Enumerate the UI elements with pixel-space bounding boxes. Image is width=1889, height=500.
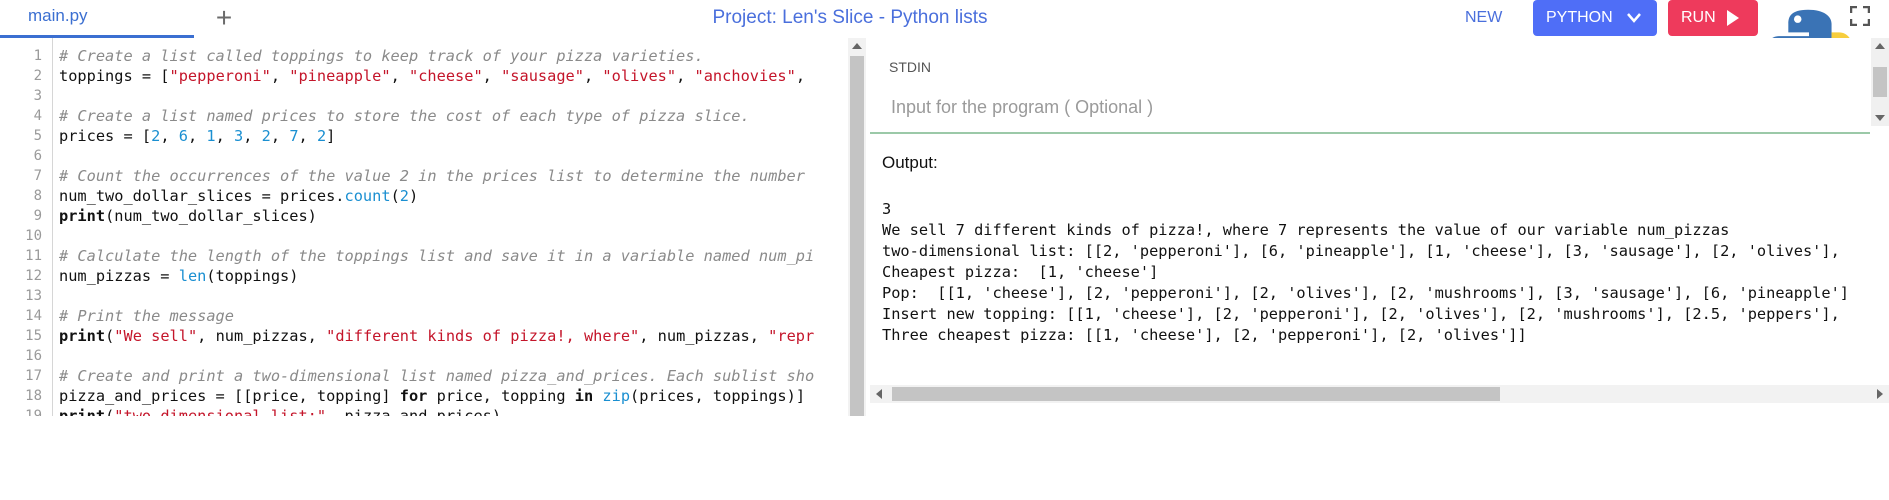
language-select-button[interactable]: PYTHON [1533, 0, 1657, 36]
output-line: Pop: [[1, 'cheese'], [2, 'pepperoni'], [… [882, 284, 1849, 302]
line-number: 11 [25, 248, 42, 264]
output-line: Insert new topping: [[1, 'cheese'], [2, … [882, 305, 1840, 323]
line-number: 13 [25, 288, 42, 304]
language-label: PYTHON [1546, 9, 1613, 26]
editor-scrollbar-thumb[interactable] [850, 56, 864, 416]
editor-scrollbar[interactable] [848, 38, 866, 416]
stdin-scrollbar[interactable] [1871, 38, 1889, 126]
tab-main-py[interactable]: main.py [0, 0, 194, 38]
line-number: 14 [25, 308, 42, 324]
stdin-input[interactable] [889, 88, 1843, 126]
line-number: 18 [25, 388, 42, 404]
io-panel: STDIN Output: 3 We sell 7 different kind… [870, 38, 1889, 416]
code-line[interactable]: # Create and print a two-dimensional lis… [59, 367, 814, 385]
line-number: 8 [33, 188, 42, 204]
run-label: RUN [1681, 9, 1716, 26]
line-number: 1 [33, 48, 42, 64]
stdin-scrollbar-thumb[interactable] [1873, 67, 1887, 97]
output-line: 3 [882, 200, 892, 218]
code-line[interactable]: # Calculate the length of the toppings l… [59, 247, 814, 265]
line-number: 15 [25, 328, 42, 344]
code-line[interactable]: # Create a list named prices to store th… [59, 107, 750, 125]
line-number-gutter: 1 2 3 4 5 6 7 8 9 10 11 12 13 14 15 16 1… [0, 38, 53, 416]
code-line[interactable]: # Print the message [59, 307, 234, 325]
scroll-down-icon[interactable] [1875, 115, 1885, 121]
output-line: We sell 7 different kinds of pizza!, whe… [882, 221, 1730, 239]
code-line[interactable]: # Create a list called toppings to keep … [59, 47, 704, 65]
line-number: 5 [33, 128, 42, 144]
line-number: 2 [33, 68, 42, 84]
code-line[interactable]: print("We sell", num_pizzas, "different … [59, 327, 814, 345]
line-number: 10 [25, 228, 42, 244]
line-number: 17 [25, 368, 42, 384]
code-line[interactable]: print(num_two_dollar_slices) [59, 207, 317, 225]
output-line: Cheapest pizza: [1, 'cheese'] [882, 263, 1159, 281]
code-editor[interactable]: 1 2 3 4 5 6 7 8 9 10 11 12 13 14 15 16 1… [0, 38, 866, 416]
chevron-down-icon [1627, 13, 1641, 23]
line-number: 9 [33, 208, 42, 224]
fullscreen-icon[interactable] [1850, 6, 1870, 26]
output-scrollbar[interactable] [870, 385, 1889, 403]
stdin-underline [870, 132, 1870, 134]
scroll-right-icon[interactable] [1877, 389, 1883, 399]
tab-label: main.py [28, 6, 88, 25]
play-icon [1727, 10, 1739, 26]
line-number: 7 [33, 168, 42, 184]
code-line[interactable]: num_pizzas = len(toppings) [59, 267, 298, 285]
code-line[interactable]: num_two_dollar_slices = prices.count(2) [59, 187, 418, 205]
line-number: 16 [25, 348, 42, 364]
scroll-left-icon[interactable] [876, 389, 882, 399]
run-button[interactable]: RUN [1668, 0, 1758, 36]
code-line[interactable]: toppings = ["pepperoni", "pineapple", "c… [59, 67, 805, 85]
top-bar: main.py + Project: Len's Slice - Python … [0, 0, 1889, 97]
code-line[interactable]: prices = [2, 6, 1, 3, 2, 7, 2] [59, 127, 335, 145]
project-title: Project: Len's Slice - Python lists [712, 7, 988, 28]
output-scrollbar-thumb[interactable] [892, 387, 1500, 401]
scroll-up-icon[interactable] [852, 43, 862, 49]
scroll-up-icon[interactable] [1875, 43, 1885, 49]
code-line[interactable]: # Count the occurrences of the value 2 i… [59, 167, 805, 185]
line-number: 19 [25, 408, 42, 416]
line-number: 12 [25, 268, 42, 284]
line-number: 3 [33, 88, 42, 104]
line-number: 4 [33, 108, 42, 124]
output-line: two-dimensional list: [[2, 'pepperoni'],… [882, 242, 1840, 260]
plus-icon[interactable]: + [212, 3, 236, 33]
code-line[interactable]: print("two-dimensional list:", pizza_and… [59, 407, 501, 416]
new-button[interactable]: NEW [1465, 9, 1502, 27]
stdin-label: STDIN [889, 59, 931, 75]
output-label: Output: [882, 153, 938, 172]
output-line: Three cheapest pizza: [[1, 'cheese'], [2… [882, 326, 1527, 344]
line-number: 6 [33, 148, 42, 164]
code-line[interactable]: pizza_and_prices = [[price, topping] for… [59, 387, 805, 405]
